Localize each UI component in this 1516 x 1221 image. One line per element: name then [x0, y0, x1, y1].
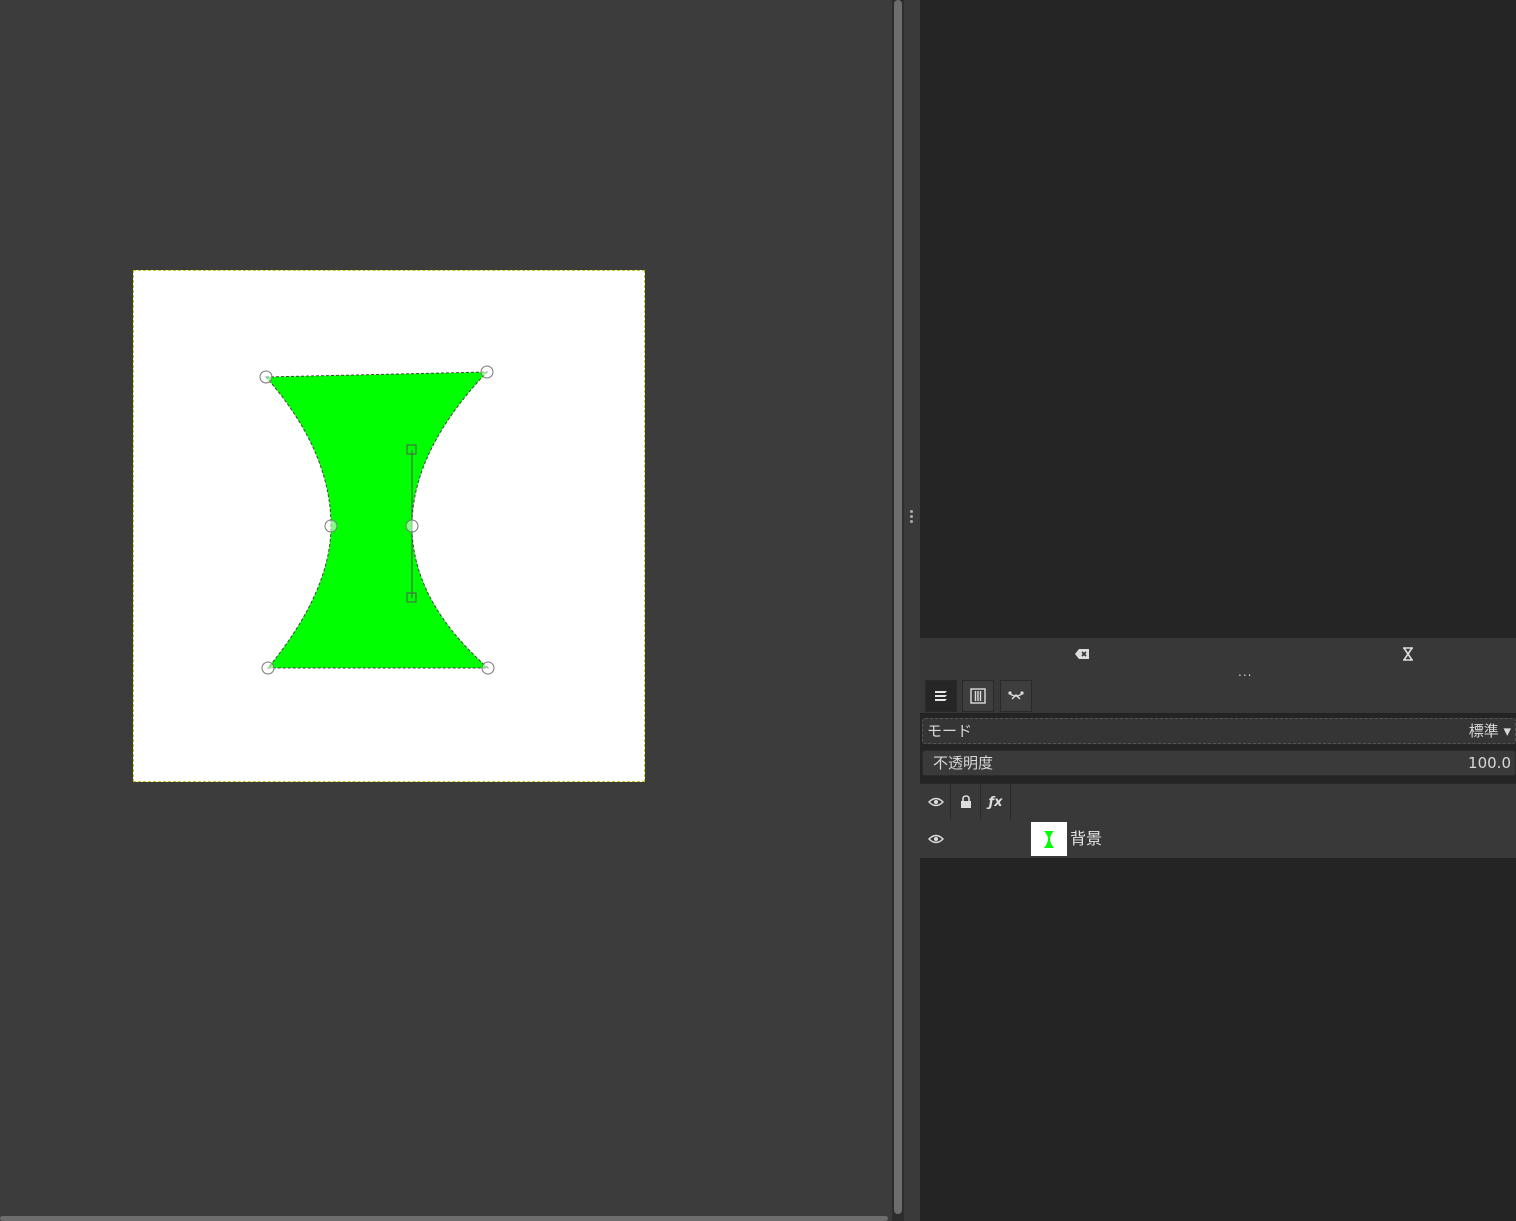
- channels-icon: [970, 688, 986, 704]
- panel-divider[interactable]: [904, 0, 920, 1221]
- vertical-scrollbar[interactable]: [892, 0, 904, 1221]
- dock-tabs: [920, 678, 1516, 714]
- layers-tab[interactable]: [925, 680, 957, 712]
- anchor-bottom-right[interactable]: [481, 661, 495, 675]
- header-effects[interactable]: ƒx: [981, 784, 1011, 820]
- eye-icon: [927, 797, 944, 807]
- header-lock[interactable]: [951, 784, 981, 820]
- channels-tab[interactable]: [962, 680, 994, 712]
- top-dock: [920, 0, 1516, 638]
- horizontal-scrollbar[interactable]: [0, 1216, 888, 1221]
- opacity-value[interactable]: 100.0: [1468, 751, 1511, 775]
- divider-grip-icon[interactable]: [910, 510, 914, 526]
- paths-icon: [1008, 691, 1024, 700]
- layer-visibility-toggle[interactable]: [924, 820, 948, 858]
- anchor-mid-left[interactable]: [324, 519, 338, 533]
- layers-icon: [935, 691, 947, 701]
- eye-icon: [928, 834, 944, 844]
- header-visibility[interactable]: [921, 784, 951, 820]
- hourglass-shape[interactable]: [264, 371, 490, 669]
- paths-tab[interactable]: [1000, 680, 1032, 712]
- more-dots[interactable]: ...: [1238, 666, 1252, 678]
- anchor-top-right[interactable]: [480, 365, 494, 379]
- image-canvas[interactable]: [133, 270, 645, 782]
- mode-label: モード: [927, 722, 973, 740]
- anchor-top-left[interactable]: [259, 370, 273, 384]
- mode-value[interactable]: 標準 ▾: [1469, 719, 1511, 743]
- layers-header: ƒx: [920, 783, 1516, 821]
- dock-bar: ...: [920, 638, 1516, 682]
- hourglass-thumbnail-icon: [1044, 831, 1054, 848]
- scrollbar-thumb[interactable]: [894, 0, 902, 1214]
- anchor-bottom-left[interactable]: [261, 661, 275, 675]
- clear-icon[interactable]: [1074, 646, 1090, 662]
- anchor-mid-right[interactable]: [405, 519, 419, 533]
- canvas-area[interactable]: [0, 0, 892, 1221]
- layer-row[interactable]: 背景: [920, 820, 1516, 858]
- path-shape[interactable]: [134, 271, 646, 783]
- opacity-label: 不透明度: [933, 754, 994, 772]
- opacity-field[interactable]: 不透明度 100.0: [922, 750, 1516, 776]
- layer-name[interactable]: 背景: [1070, 820, 1102, 858]
- lock-icon: [960, 795, 971, 808]
- hourglass-icon[interactable]: [1400, 646, 1416, 662]
- layer-thumbnail[interactable]: [1031, 822, 1067, 856]
- mode-select[interactable]: モード 標準 ▾: [922, 718, 1516, 744]
- right-panel: ... モード 標準 ▾ 不透明度 100.0 ƒx 背景: [920, 0, 1516, 1221]
